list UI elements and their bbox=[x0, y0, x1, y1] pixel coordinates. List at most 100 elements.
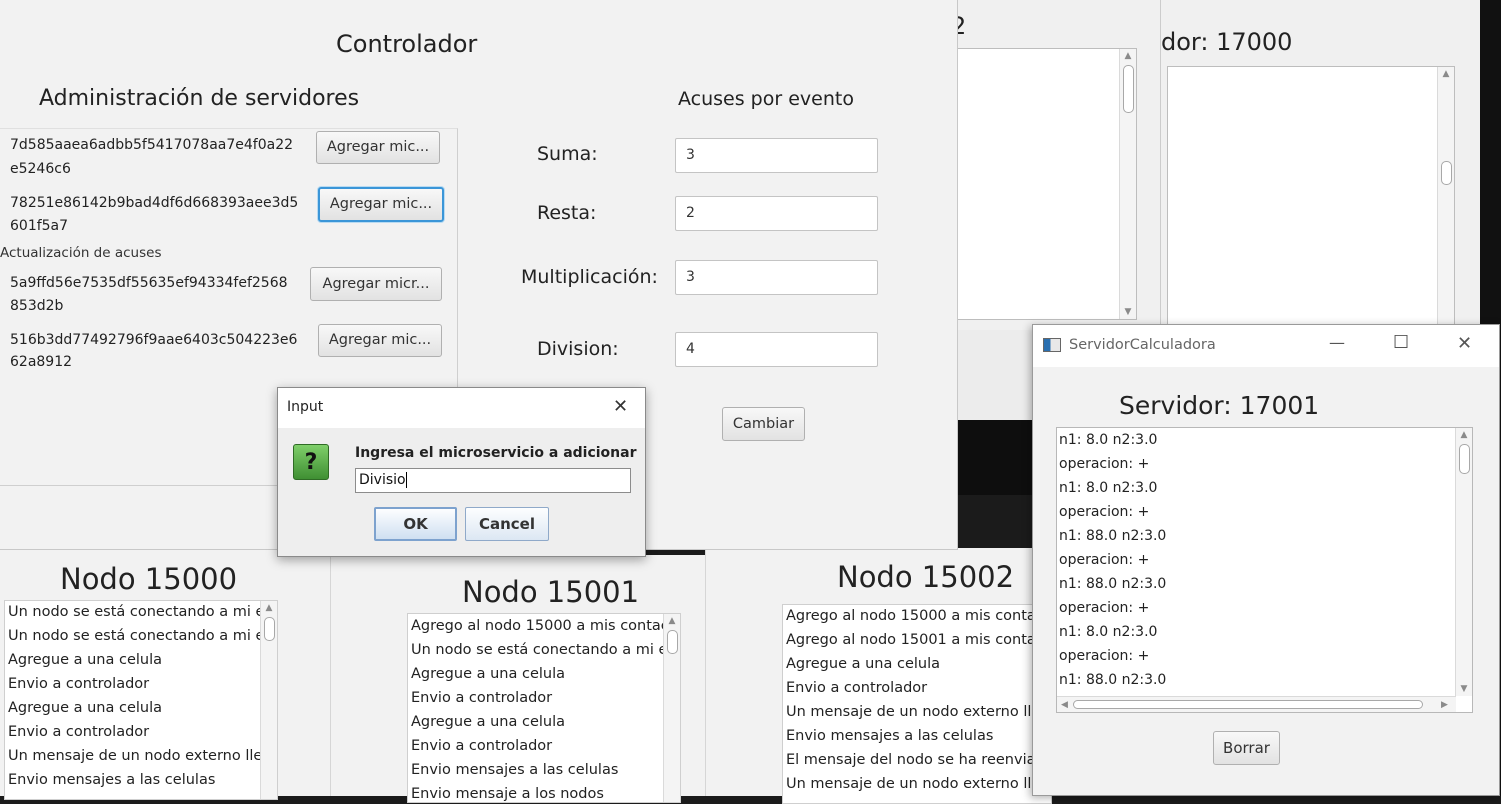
ack-field-resta[interactable]: 2 bbox=[675, 196, 878, 231]
server-row: 7d585aaea6adbb5f5417078aa7e4f0a22 e5246c… bbox=[10, 131, 450, 183]
background-strip-dark bbox=[958, 420, 1032, 495]
acks-title: Acuses por evento bbox=[678, 88, 854, 110]
maximize-icon[interactable]: ☐ bbox=[1393, 332, 1409, 353]
log-line: n1: 88.0 n2:3.0 bbox=[1059, 528, 1167, 544]
close-icon[interactable]: ✕ bbox=[613, 396, 628, 417]
log-line: Envio mensaje a los nodos bbox=[411, 786, 604, 802]
log-line: Envio a controlador bbox=[411, 738, 553, 754]
app-icon bbox=[1043, 338, 1061, 352]
log-line: n1: 8.0 n2:3.0 bbox=[1059, 624, 1158, 640]
log-line: Agrego al nodo 15000 a mis contac bbox=[411, 618, 669, 634]
server-id-cont: 601f5a7 bbox=[10, 218, 69, 234]
background-strip bbox=[958, 330, 1032, 420]
log-line: Envio a controlador bbox=[8, 724, 150, 740]
ack-label-division: Division: bbox=[537, 338, 619, 360]
node-window-15002: Nodo 15002 Agrego al nodo 15000 a mis co… bbox=[705, 548, 1052, 804]
update-acks-label: Actualización de acuses bbox=[0, 245, 162, 261]
ack-field-multiplicacion[interactable]: 3 bbox=[675, 260, 878, 295]
server-id: 78251e86142b9bad4df6d668393aee3d5 bbox=[10, 195, 299, 211]
log-line: Agregue a una celula bbox=[786, 656, 941, 672]
input-dialog: Input ✕ ? Ingresa el microservicio a adi… bbox=[277, 387, 646, 557]
ack-field-division[interactable]: 4 bbox=[675, 332, 878, 367]
ack-label-multiplicacion: Multiplicación: bbox=[521, 266, 658, 288]
log-line: Envio a controlador bbox=[8, 676, 150, 692]
log-line: Agregue a una celula bbox=[8, 652, 163, 668]
log-line: Un mensaje de un nodo externo lle bbox=[786, 704, 1041, 720]
log-line: Un mensaje de un nodo externo lle bbox=[786, 776, 1041, 792]
log-line: Un mensaje de un nodo externo lle bbox=[8, 748, 263, 764]
servers-title: Administración de servidores bbox=[39, 86, 360, 111]
background-window-b-scrollbar[interactable]: ▲ bbox=[1437, 67, 1454, 327]
log-line: Agrego al nodo 15001 a mis conta bbox=[786, 632, 1036, 648]
add-microservice-button[interactable]: Agregar mic... bbox=[318, 187, 444, 222]
servidor-window-title: ServidorCalculadora bbox=[1069, 337, 1216, 353]
server-id: 5a9ffd56e7535df55635ef94334fef2568 bbox=[10, 275, 288, 291]
question-icon-glyph: ? bbox=[304, 450, 318, 475]
add-microservice-button[interactable]: Agregar micr... bbox=[310, 267, 442, 301]
log-line: Un nodo se está conectando a mi e bbox=[8, 628, 265, 644]
servidor-titlebar: ServidorCalculadora — ☐ ✕ bbox=[1033, 325, 1499, 367]
change-button[interactable]: Cambiar bbox=[722, 407, 805, 441]
node-title: Nodo 15000 bbox=[60, 562, 238, 596]
log-line: Envio a controlador bbox=[411, 690, 553, 706]
node-log[interactable]: Un nodo se está conectando a mi e Un nod… bbox=[4, 600, 278, 800]
log-line: operacion: + bbox=[1059, 456, 1150, 472]
background-window-a-textarea[interactable]: ▲ ▼ bbox=[947, 48, 1137, 320]
ack-label-suma: Suma: bbox=[537, 143, 598, 165]
node-log-scrollbar[interactable]: ▲ bbox=[260, 601, 277, 799]
ack-label-resta: Resta: bbox=[537, 202, 597, 224]
log-line: n1: 88.0 n2:3.0 bbox=[1059, 672, 1167, 688]
servidor-log-hscrollbar[interactable]: ◀ ▶ bbox=[1057, 696, 1456, 712]
server-id-cont: e5246c6 bbox=[10, 161, 71, 177]
log-line: Envio mensajes a las celulas bbox=[786, 728, 994, 744]
servidor-log[interactable]: n1: 8.0 n2:3.0 operacion: + n1: 8.0 n2:3… bbox=[1056, 427, 1473, 713]
log-line: operacion: + bbox=[1059, 648, 1150, 664]
controlador-title: Controlador bbox=[336, 30, 478, 58]
close-icon[interactable]: ✕ bbox=[1457, 333, 1472, 354]
log-line: operacion: + bbox=[1059, 504, 1150, 520]
node-title: Nodo 15001 bbox=[462, 575, 640, 609]
microservice-input-value: Divisio bbox=[359, 472, 406, 488]
node-title: Nodo 15002 bbox=[837, 560, 1015, 594]
input-dialog-titlebar: Input ✕ bbox=[278, 388, 645, 428]
log-line: Envio a controlador bbox=[786, 680, 928, 696]
server-id: 7d585aaea6adbb5f5417078aa7e4f0a22 bbox=[10, 137, 294, 153]
log-line: Un nodo se está conectando a mi e bbox=[411, 642, 668, 658]
server-id-cont: 62a8912 bbox=[10, 354, 73, 370]
log-line: operacion: + bbox=[1059, 552, 1150, 568]
background-window-b: dor: 17000 ▲ bbox=[1160, 0, 1480, 330]
question-icon: ? bbox=[293, 444, 329, 480]
log-line: n1: 88.0 n2:3.0 bbox=[1059, 576, 1167, 592]
log-line: El mensaje del nodo se ha reenvia bbox=[786, 752, 1036, 768]
add-microservice-button[interactable]: Agregar mic... bbox=[316, 131, 440, 164]
log-line: n1: 8.0 n2:3.0 bbox=[1059, 432, 1158, 448]
ack-field-suma[interactable]: 3 bbox=[675, 138, 878, 173]
background-window-b-textarea[interactable]: ▲ bbox=[1167, 66, 1455, 328]
background-window-a-scrollbar[interactable]: ▲ ▼ bbox=[1119, 49, 1136, 319]
servidor-log-vscrollbar[interactable]: ▲ ▼ bbox=[1455, 428, 1472, 696]
node-log[interactable]: Agrego al nodo 15000 a mis contac Un nod… bbox=[407, 613, 681, 803]
log-line: Agregue a una celula bbox=[411, 666, 566, 682]
add-microservice-button[interactable]: Agregar mic... bbox=[318, 324, 442, 357]
ok-button[interactable]: OK bbox=[374, 507, 457, 541]
node-log[interactable]: Agrego al nodo 15000 a mis conta Agrego … bbox=[782, 604, 1052, 804]
minimize-icon[interactable]: — bbox=[1329, 333, 1345, 352]
cancel-button[interactable]: Cancel bbox=[465, 507, 549, 541]
clear-button[interactable]: Borrar bbox=[1213, 731, 1280, 765]
log-line: Envio mensajes a las celulas bbox=[411, 762, 619, 778]
microservice-input[interactable]: Divisio bbox=[355, 468, 631, 493]
log-line: operacion: + bbox=[1059, 600, 1150, 616]
log-line: Agregue a una celula bbox=[411, 714, 566, 730]
log-line: Un nodo se está conectando a mi e bbox=[8, 604, 265, 620]
background-window-a: 2 ▲ ▼ bbox=[930, 0, 1160, 330]
log-line: n1: 8.0 n2:3.0 bbox=[1059, 480, 1158, 496]
text-cursor bbox=[405, 472, 407, 488]
server-row: 5a9ffd56e7535df55635ef94334fef2568 853d2… bbox=[10, 267, 450, 321]
servidor-heading: Servidor: 17001 bbox=[1119, 391, 1320, 420]
server-row: 516b3dd77492796f9aae6403c504223e6 62a891… bbox=[10, 324, 450, 378]
input-dialog-prompt: Ingresa el microservicio a adicionar bbox=[355, 445, 637, 461]
log-line: Agrego al nodo 15000 a mis conta bbox=[786, 608, 1036, 624]
server-id: 516b3dd77492796f9aae6403c504223e6 bbox=[10, 332, 298, 348]
node-log-scrollbar[interactable]: ▲ bbox=[663, 614, 680, 802]
node-window-15001: Nodo 15001 Agrego al nodo 15000 a mis co… bbox=[330, 555, 705, 803]
